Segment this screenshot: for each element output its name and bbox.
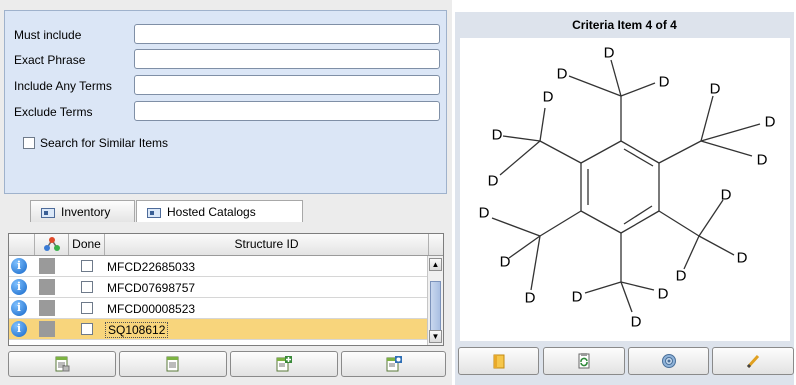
atom-label: D bbox=[572, 289, 583, 306]
add-item-button[interactable] bbox=[230, 351, 338, 377]
settings-button[interactable] bbox=[628, 347, 709, 375]
tab-inventory[interactable]: Inventory bbox=[30, 200, 135, 222]
exclude-label: Exclude Terms bbox=[14, 105, 93, 119]
table-row[interactable]: i MFCD00008523 bbox=[9, 298, 429, 319]
structure-id-cell: MFCD22685033 bbox=[107, 260, 196, 274]
catalog-icon bbox=[41, 207, 55, 218]
view-details-button[interactable] bbox=[8, 351, 116, 377]
atom-label: D bbox=[479, 205, 490, 222]
table-scrollbar[interactable]: ▲ ▼ bbox=[427, 256, 443, 345]
header-structure-column[interactable] bbox=[35, 234, 69, 255]
atom-label: D bbox=[604, 45, 615, 62]
similar-items-label: Search for Similar Items bbox=[40, 135, 169, 150]
structure-thumbnail bbox=[39, 300, 55, 316]
atom-label: D bbox=[757, 152, 768, 169]
structure-canvas[interactable]: D D D D D D D D D D D D D D D D D D bbox=[460, 38, 790, 341]
must-include-field[interactable] bbox=[134, 24, 440, 44]
document-list-icon bbox=[55, 356, 70, 372]
criteria-title: Criteria Item 4 of 4 bbox=[572, 18, 677, 32]
table-header: Done Structure ID bbox=[9, 234, 443, 256]
exclude-row: Exclude Terms bbox=[5, 100, 446, 124]
table-row[interactable]: i MFCD07698757 bbox=[9, 277, 429, 298]
table-row[interactable]: i MFCD22685033 bbox=[9, 256, 429, 277]
similar-items-option[interactable]: Search for Similar Items bbox=[23, 135, 168, 150]
must-include-row: Must include bbox=[5, 23, 446, 47]
list-icon bbox=[166, 356, 179, 372]
atom-label: D bbox=[525, 290, 536, 307]
folder-icon bbox=[493, 354, 504, 369]
item-settings-button[interactable] bbox=[341, 351, 446, 377]
atom-label: D bbox=[658, 286, 669, 303]
done-checkbox[interactable] bbox=[81, 281, 93, 293]
scroll-thumb[interactable] bbox=[430, 281, 441, 331]
atom-label: D bbox=[543, 89, 554, 106]
include-any-field[interactable] bbox=[134, 75, 440, 95]
include-any-label: Include Any Terms bbox=[14, 79, 112, 93]
info-icon[interactable]: i bbox=[11, 321, 27, 337]
info-icon[interactable]: i bbox=[11, 258, 27, 274]
exact-phrase-label: Exact Phrase bbox=[14, 53, 86, 67]
tab-inventory-label: Inventory bbox=[61, 205, 111, 219]
atom-label: D bbox=[557, 66, 568, 83]
done-checkbox[interactable] bbox=[81, 260, 93, 272]
scroll-down-icon[interactable]: ▼ bbox=[429, 330, 442, 343]
structure-id-cell: MFCD00008523 bbox=[107, 302, 196, 316]
structure-id-cell: SQ108612 bbox=[105, 322, 169, 338]
done-checkbox[interactable] bbox=[81, 302, 93, 314]
list-view-button[interactable] bbox=[119, 351, 227, 377]
atom-label: D bbox=[500, 254, 511, 271]
header-info-column bbox=[9, 234, 35, 255]
atom-label: D bbox=[659, 74, 670, 91]
atom-label: D bbox=[721, 187, 732, 204]
results-table: Done Structure ID i MFCD22685033 i MFCD0… bbox=[8, 233, 444, 346]
tab-hosted-catalogs[interactable]: Hosted Catalogs bbox=[136, 200, 303, 222]
atom-label: D bbox=[492, 127, 503, 144]
atom-label: D bbox=[676, 268, 687, 285]
search-panel: Must include Exact Phrase Include Any Te… bbox=[4, 10, 447, 194]
tab-hosted-catalogs-label: Hosted Catalogs bbox=[167, 205, 256, 219]
refresh-document-icon bbox=[578, 353, 590, 369]
done-checkbox[interactable] bbox=[81, 323, 93, 335]
atom-label: D bbox=[631, 314, 642, 331]
structure-thumbnail bbox=[39, 321, 55, 337]
info-icon[interactable]: i bbox=[11, 279, 27, 295]
settings-list-icon bbox=[386, 356, 402, 372]
scroll-up-icon[interactable]: ▲ bbox=[429, 258, 442, 271]
include-any-row: Include Any Terms bbox=[5, 74, 446, 98]
info-icon[interactable]: i bbox=[11, 300, 27, 316]
molecule-icon bbox=[43, 237, 60, 251]
exact-phrase-field[interactable] bbox=[134, 49, 440, 69]
structure-thumbnail bbox=[39, 279, 55, 295]
catalog-icon bbox=[147, 207, 161, 218]
exclude-field[interactable] bbox=[134, 101, 440, 121]
header-structure-id[interactable]: Structure ID bbox=[105, 234, 429, 255]
table-row-selected[interactable]: i SQ108612 bbox=[9, 319, 429, 340]
header-done[interactable]: Done bbox=[69, 234, 105, 255]
atom-label: D bbox=[710, 81, 721, 98]
criteria-panel: Criteria Item 4 of 4 D D D D D D D D D D… bbox=[455, 12, 794, 385]
atom-label: D bbox=[765, 114, 776, 131]
pencil-icon bbox=[746, 354, 760, 369]
refresh-button[interactable] bbox=[543, 347, 625, 375]
hexadeuteriomethylbenzene-structure: D D D D D D D D D D D D D D D D D D bbox=[479, 45, 776, 331]
atom-label: D bbox=[488, 173, 499, 190]
atom-label: D bbox=[737, 250, 748, 267]
left-panel: Must include Exact Phrase Include Any Te… bbox=[0, 0, 452, 385]
gear-icon bbox=[661, 354, 676, 368]
edit-structure-button[interactable] bbox=[712, 347, 794, 375]
exact-phrase-row: Exact Phrase bbox=[5, 48, 446, 72]
similar-items-checkbox[interactable] bbox=[23, 136, 35, 149]
open-folder-button[interactable] bbox=[458, 347, 539, 375]
add-list-icon bbox=[276, 356, 292, 372]
structure-id-cell: MFCD07698757 bbox=[107, 281, 196, 295]
structure-thumbnail bbox=[39, 258, 55, 274]
atom-labels: D D D D D D D D D D D D D D D D D D bbox=[479, 45, 776, 331]
must-include-label: Must include bbox=[14, 28, 82, 42]
